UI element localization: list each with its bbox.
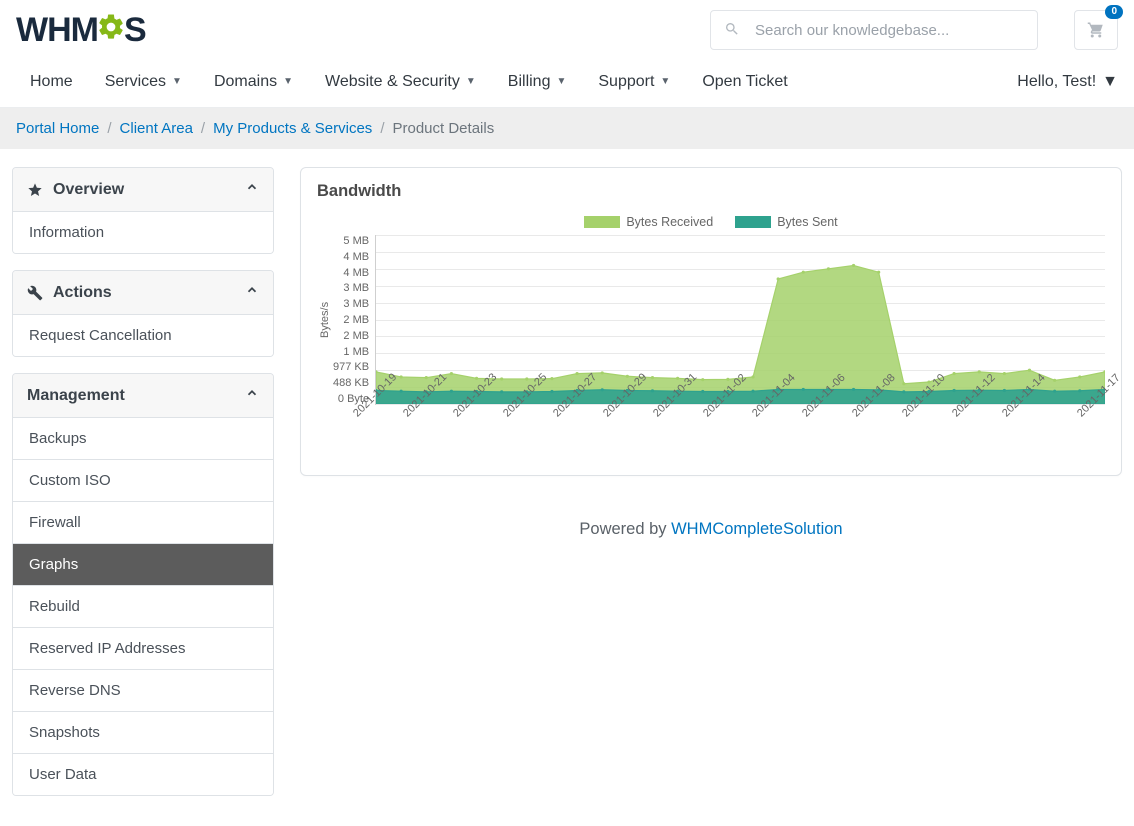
y-tick: 488 KB	[333, 377, 369, 389]
sidebar-item-reserved-ip-addresses[interactable]: Reserved IP Addresses	[13, 627, 273, 669]
cart-button[interactable]: 0	[1074, 10, 1118, 50]
main-nav: Home Services ▼ Domains ▼ Website & Security ▼…	[0, 56, 1134, 108]
greeting-text: Hello, Test!	[1017, 73, 1096, 91]
footer: Powered by WHMCompleteSolution	[300, 520, 1122, 539]
y-tick: 5 MB	[333, 235, 369, 247]
nav-services[interactable]: Services ▼	[91, 61, 196, 103]
separator: /	[380, 120, 384, 137]
caret-down-icon: ▼	[283, 76, 293, 87]
sidebar-item-rebuild[interactable]: Rebuild	[13, 585, 273, 627]
card-title: Bandwidth	[317, 182, 1105, 201]
gear-icon	[96, 12, 126, 48]
caret-down-icon: ▼	[172, 76, 182, 87]
legend-label: Bytes Received	[626, 215, 713, 229]
panel-head-management[interactable]: Management	[13, 374, 273, 418]
main-content: Bandwidth Bytes Received Bytes Sent Bytes…	[300, 167, 1122, 539]
search-input[interactable]	[710, 10, 1038, 50]
search-icon	[724, 21, 740, 37]
chevron-up-icon	[245, 180, 259, 199]
caret-down-icon: ▼	[556, 76, 566, 87]
y-tick: 1 MB	[333, 346, 369, 358]
y-tick: 977 KB	[333, 361, 369, 373]
footer-link[interactable]: WHMCompleteSolution	[671, 520, 842, 538]
logo-part2: S	[124, 11, 146, 50]
nav-label: Home	[30, 73, 73, 91]
nav-billing[interactable]: Billing ▼	[494, 61, 581, 103]
panel-title: Overview	[53, 181, 124, 199]
sidebar-item-request-cancellation[interactable]: Request Cancellation	[13, 315, 273, 356]
chevron-up-icon	[245, 386, 259, 405]
sidebar-item-firewall[interactable]: Firewall	[13, 501, 273, 543]
panel-head-overview[interactable]: Overview	[13, 168, 273, 212]
nav-label: Services	[105, 73, 166, 91]
cart-icon	[1087, 21, 1105, 39]
y-tick: 3 MB	[333, 298, 369, 310]
panel-head-actions[interactable]: Actions	[13, 271, 273, 315]
sidebar-item-reverse-dns[interactable]: Reverse DNS	[13, 669, 273, 711]
y-axis-label: Bytes/s	[317, 235, 333, 405]
sidebar-item-snapshots[interactable]: Snapshots	[13, 711, 273, 753]
sidebar-item-graphs[interactable]: Graphs	[13, 543, 273, 585]
y-tick: 4 MB	[333, 251, 369, 263]
bandwidth-card: Bandwidth Bytes Received Bytes Sent Bytes…	[300, 167, 1122, 476]
nav-website-security[interactable]: Website & Security ▼	[311, 61, 490, 103]
nav-label: Open Ticket	[702, 73, 787, 91]
panel-overview: Overview Information	[12, 167, 274, 254]
logo-part1: WHM	[16, 11, 98, 50]
separator: /	[107, 120, 111, 137]
panel-actions: Actions Request Cancellation	[12, 270, 274, 357]
sidebar-item-information[interactable]: Information	[13, 212, 273, 253]
cart-badge: 0	[1105, 5, 1123, 19]
nav-label: Billing	[508, 73, 551, 91]
caret-down-icon: ▼	[1102, 73, 1118, 91]
x-axis-ticks: 2021-10-192021-10-212021-10-232021-10-25…	[381, 405, 1105, 457]
legend-label: Bytes Sent	[777, 215, 837, 229]
crumb-client-area[interactable]: Client Area	[120, 120, 193, 137]
separator: /	[201, 120, 205, 137]
page-container: Overview Information Actions Request Cancel…	[0, 149, 1134, 826]
search-box	[710, 10, 1038, 50]
nav-support[interactable]: Support ▼	[584, 61, 684, 103]
sidebar-item-backups[interactable]: Backups	[13, 418, 273, 459]
panel-management: Management BackupsCustom ISOFirewallGraph…	[12, 373, 274, 796]
legend-item[interactable]: Bytes Received	[584, 215, 713, 229]
crumb-products[interactable]: My Products & Services	[213, 120, 372, 137]
sidebar: Overview Information Actions Request Cancel…	[12, 167, 274, 796]
y-tick: 2 MB	[333, 314, 369, 326]
star-icon	[27, 182, 43, 198]
legend-swatch	[584, 216, 620, 228]
nav-home[interactable]: Home	[16, 61, 87, 103]
sidebar-item-user-data[interactable]: User Data	[13, 753, 273, 795]
nav-label: Support	[598, 73, 654, 91]
crumb-current: Product Details	[392, 120, 494, 137]
y-axis-ticks: 5 MB 4 MB 4 MB 3 MB 3 MB 2 MB 2 MB 1 MB 977 KB 48…	[333, 235, 375, 405]
crumb-portal-home[interactable]: Portal Home	[16, 120, 99, 137]
chart-legend: Bytes Received Bytes Sent	[317, 215, 1105, 229]
y-tick: 4 MB	[333, 267, 369, 279]
footer-prefix: Powered by	[579, 520, 671, 538]
breadcrumb: Portal Home / Client Area / My Products …	[0, 108, 1134, 149]
nav-open-ticket[interactable]: Open Ticket	[688, 61, 801, 103]
bandwidth-chart: Bytes Received Bytes Sent Bytes/s 5 MB 4 M…	[317, 215, 1105, 457]
y-tick: 3 MB	[333, 282, 369, 294]
caret-down-icon: ▼	[660, 76, 670, 87]
legend-swatch	[735, 216, 771, 228]
legend-item[interactable]: Bytes Sent	[735, 215, 837, 229]
wrench-icon	[27, 285, 43, 301]
nav-domains[interactable]: Domains ▼	[200, 61, 307, 103]
sidebar-item-custom-iso[interactable]: Custom ISO	[13, 459, 273, 501]
nav-label: Website & Security	[325, 73, 460, 91]
y-tick: 2 MB	[333, 330, 369, 342]
panel-title: Management	[27, 387, 125, 405]
panel-title: Actions	[53, 284, 112, 302]
logo[interactable]: WHM S	[16, 11, 690, 50]
header: WHM S 0	[0, 0, 1134, 56]
caret-down-icon: ▼	[466, 76, 476, 87]
nav-label: Domains	[214, 73, 277, 91]
chevron-up-icon	[245, 283, 259, 302]
user-menu[interactable]: Hello, Test! ▼	[1017, 73, 1118, 91]
